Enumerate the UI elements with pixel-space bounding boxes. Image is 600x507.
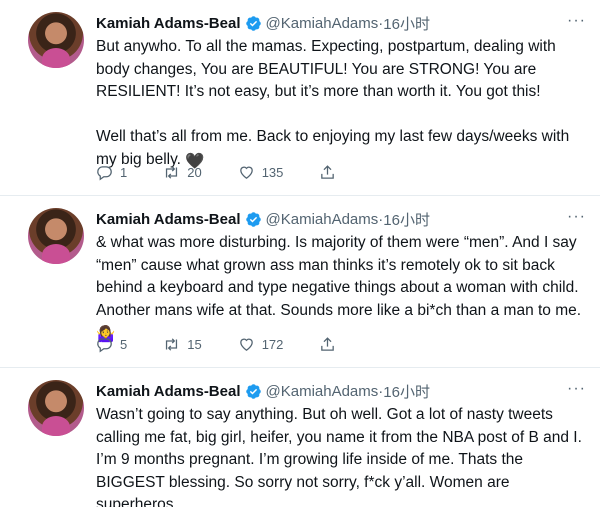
author-handle[interactable]: @KamiahAdams <box>266 211 379 228</box>
reply-button[interactable]: 1 <box>96 164 127 181</box>
share-button[interactable] <box>319 336 336 353</box>
tweet-header: Kamiah Adams-Beal @KamiahAdams · 16小时 <box>96 12 586 34</box>
verified-badge-icon <box>245 15 261 31</box>
verified-badge-icon <box>245 383 261 399</box>
like-button[interactable]: 172 <box>238 336 284 353</box>
reply-icon <box>97 338 112 353</box>
tweet-header: Kamiah Adams-Beal @KamiahAdams · 16小时 <box>96 208 586 230</box>
tweet-text: & what was more disturbing. Is majority … <box>96 232 586 347</box>
tweet-header: Kamiah Adams-Beal @KamiahAdams · 16小时 <box>96 380 586 402</box>
heart-icon <box>239 338 253 351</box>
heart-icon <box>239 166 253 179</box>
author-name[interactable]: Kamiah Adams-Beal <box>96 383 241 400</box>
more-horizontal-icon[interactable]: ··· <box>567 12 586 30</box>
retweet-count: 15 <box>187 337 202 352</box>
verified-badge-icon <box>245 211 261 227</box>
timestamp[interactable]: 16小时 <box>383 381 430 402</box>
author-name[interactable]: Kamiah Adams-Beal <box>96 15 241 32</box>
timestamp[interactable]: 16小时 <box>383 209 430 230</box>
retweet-icon <box>166 338 178 351</box>
share-icon <box>321 165 335 179</box>
tweet-text: Wasn’t going to say anything. But oh wel… <box>96 406 582 507</box>
reply-count: 5 <box>120 337 128 352</box>
like-count: 135 <box>261 165 284 180</box>
avatar[interactable] <box>28 380 84 436</box>
reply-count: 1 <box>120 165 128 180</box>
timestamp[interactable]: 16小时 <box>383 13 430 34</box>
avatar[interactable] <box>28 12 84 68</box>
tweet-actions: 5 15 172 <box>96 336 372 353</box>
tweet-actions: 1 20 135 <box>96 164 372 181</box>
retweet-count: 20 <box>187 165 202 180</box>
retweet-button[interactable]: 15 <box>163 336 202 353</box>
retweet-button[interactable]: 20 <box>163 164 202 181</box>
tweet-1[interactable]: Kamiah Adams-Beal @KamiahAdams · 16小时 ··… <box>0 0 600 196</box>
more-horizontal-icon[interactable]: ··· <box>567 208 586 226</box>
reply-button[interactable]: 5 <box>96 336 127 353</box>
author-handle[interactable]: @KamiahAdams <box>266 383 379 400</box>
author-handle[interactable]: @KamiahAdams <box>266 15 379 32</box>
tweet-text: But anywho. To all the mamas. Expecting,… <box>96 36 586 173</box>
more-horizontal-icon[interactable]: ··· <box>567 380 586 398</box>
avatar[interactable] <box>28 208 84 264</box>
like-count: 172 <box>261 337 284 352</box>
author-name[interactable]: Kamiah Adams-Beal <box>96 211 241 228</box>
share-button[interactable] <box>319 164 336 181</box>
tweet-2[interactable]: Kamiah Adams-Beal @KamiahAdams · 16小时 ··… <box>0 196 600 368</box>
share-icon <box>321 337 335 351</box>
retweet-icon <box>166 166 178 179</box>
tweet-3[interactable]: Kamiah Adams-Beal @KamiahAdams · 16小时 ··… <box>0 368 600 507</box>
reply-icon <box>97 166 112 181</box>
like-button[interactable]: 135 <box>238 164 284 181</box>
